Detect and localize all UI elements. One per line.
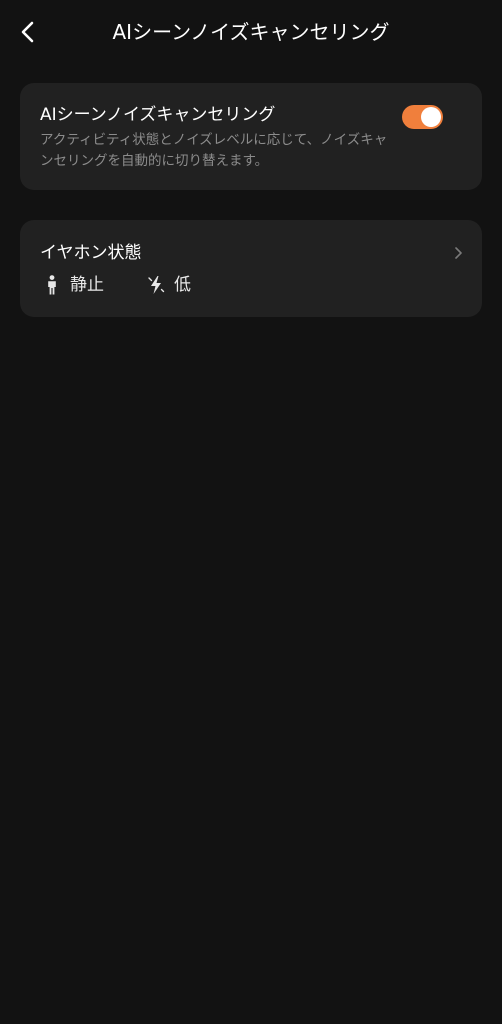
noise-level-icon	[146, 274, 166, 296]
earphone-status-title: イヤホン状態	[40, 243, 142, 263]
activity-status: 静止	[42, 274, 104, 296]
noise-level-status: 低	[146, 274, 191, 296]
person-standing-icon	[42, 274, 62, 296]
activity-status-label: 静止	[70, 275, 104, 295]
chevron-right-icon	[450, 243, 466, 263]
noise-level-status-label: 低	[174, 275, 191, 295]
earphone-status-card[interactable]: イヤホン状態 静止 低	[20, 220, 482, 317]
ai-noise-cancelling-description: アクティビティ状態とノイズレベルに応じて、ノイズキャンセリングを自動的に切り替え…	[40, 132, 388, 169]
ai-noise-cancelling-card: AIシーンノイズキャンセリング アクティビティ状態とノイズレベルに応じて、ノイズ…	[20, 83, 482, 190]
page-title: AIシーンノイズキャンセリング	[112, 20, 390, 44]
ai-noise-cancelling-title: AIシーンノイズキャンセリング	[40, 105, 276, 125]
app-header: AIシーンノイズキャンセリング	[0, 0, 502, 64]
earphone-status-row: 静止 低	[42, 273, 191, 297]
ai-noise-cancelling-toggle[interactable]	[402, 105, 443, 129]
toggle-knob	[421, 107, 441, 127]
